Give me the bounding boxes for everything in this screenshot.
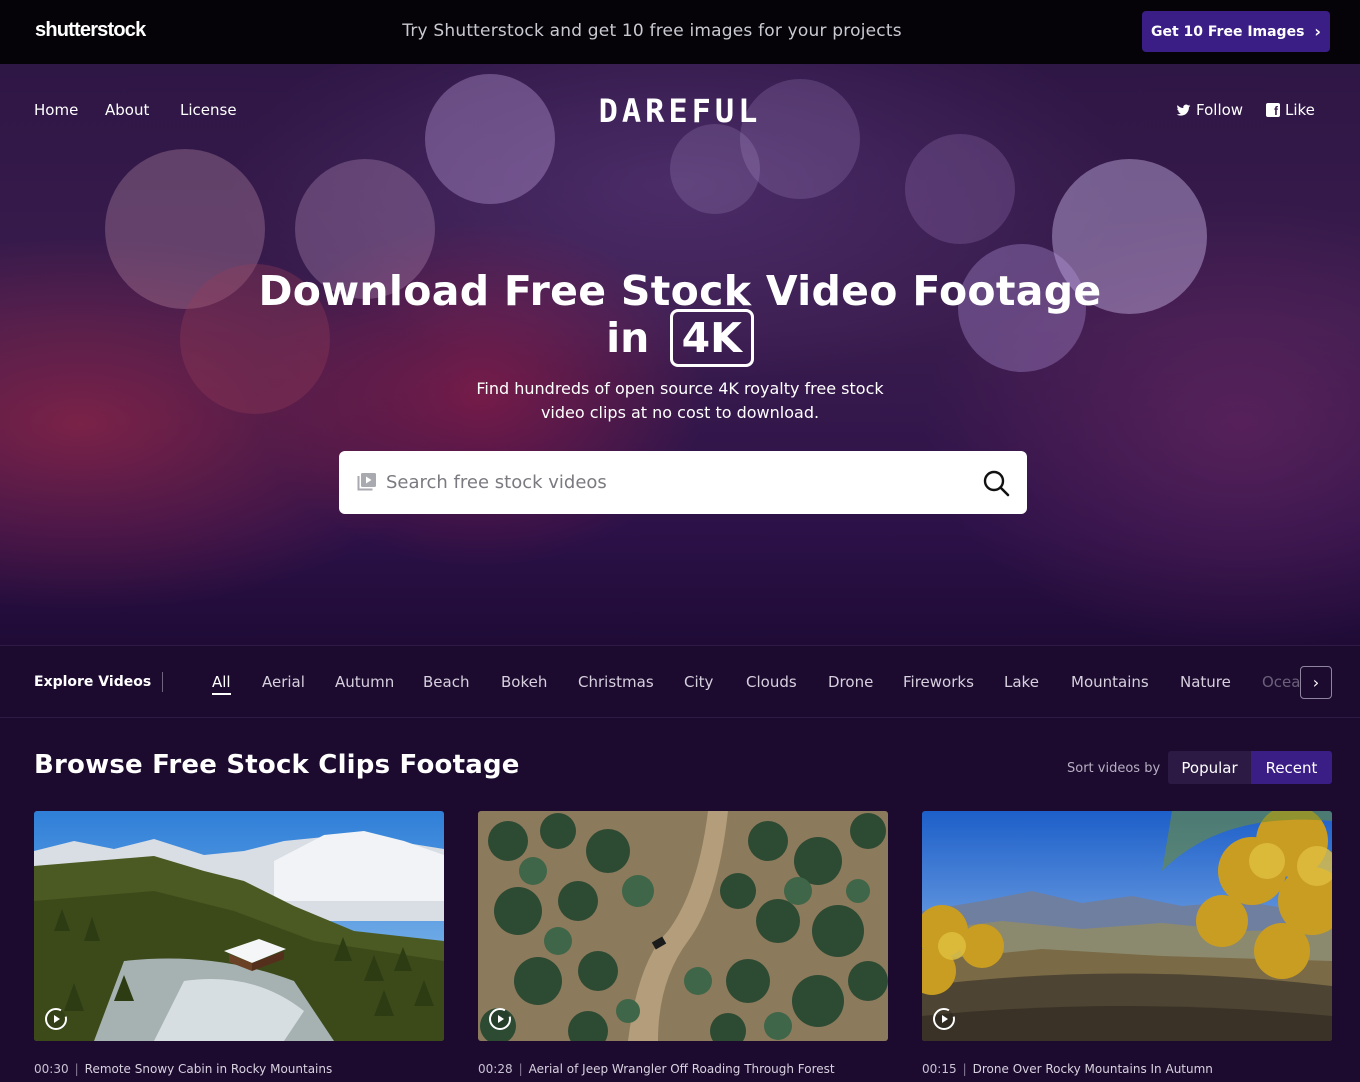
hero-headline-line2: in 4K [0,308,1360,368]
category-list: All Aerial Autumn Beach Bokeh Christmas … [212,646,1300,719]
4k-badge: 4K [669,309,754,367]
video-thumbnail[interactable] [478,811,888,1041]
video-card[interactable]: 00:30 | Remote Snowy Cabin in Rocky Mounta… [34,811,444,1076]
twitter-follow-link[interactable]: Follow [1176,101,1243,119]
sort-recent-button[interactable]: Recent [1251,751,1332,784]
facebook-icon: f [1266,103,1280,117]
promo-text: Try Shutterstock and get 10 free images … [402,21,902,41]
twitter-icon [1176,104,1191,116]
get-free-images-button[interactable]: Get 10 Free Images › [1142,11,1330,52]
category-autumn[interactable]: Autumn [335,673,394,691]
browse-title: Browse Free Stock Clips Footage [34,750,520,780]
get-free-images-label: Get 10 Free Images [1150,23,1305,40]
category-drone[interactable]: Drone [828,673,873,691]
site-logo[interactable]: DAREFUL [0,92,1360,130]
video-caption: 00:28 | Aerial of Jeep Wrangler Off Roadin… [478,1062,888,1076]
category-bokeh[interactable]: Bokeh [501,673,547,691]
search-input[interactable] [386,451,966,514]
category-ocean[interactable]: Ocean [1262,673,1300,691]
categories-next-button[interactable]: › [1300,666,1332,699]
hero-subtitle-line2: video clips at no cost to download. [540,403,820,422]
video-library-icon [357,473,376,491]
caption-separator: | [74,1062,79,1076]
category-all[interactable]: All [212,673,231,695]
category-christmas[interactable]: Christmas [578,673,654,691]
video-thumbnail[interactable] [34,811,444,1041]
hero-subtitle: Find hundreds of open source 4K royalty … [0,377,1360,425]
sort-label: Sort videos by [1067,761,1161,776]
category-clouds[interactable]: Clouds [746,673,797,691]
bokeh-light [905,134,1015,244]
category-lake[interactable]: Lake [1004,673,1039,691]
follow-label: Follow [1196,101,1244,119]
chevron-right-icon: › [1312,673,1320,692]
video-card[interactable]: 00:15 | Drone Over Rocky Mountains In Autu… [922,811,1332,1076]
video-thumbnail[interactable] [922,811,1332,1041]
hero-section: Home About License DAREFUL Follow f Like… [0,64,1360,645]
sort-toggle: Popular Recent [1168,751,1332,784]
explore-videos-label: Explore Videos [34,674,152,690]
facebook-like-link[interactable]: f Like [1266,101,1315,119]
category-fireworks[interactable]: Fireworks [903,673,974,691]
play-icon [933,1008,955,1030]
headline-in: in [606,314,650,362]
search-box [339,451,1027,514]
category-city[interactable]: City [684,673,713,691]
video-duration: 00:15 [922,1062,957,1076]
play-icon [489,1008,511,1030]
video-title[interactable]: Drone Over Rocky Mountains In Autumn [973,1062,1213,1076]
video-title[interactable]: Remote Snowy Cabin in Rocky Mountains [85,1062,333,1076]
like-label: Like [1285,101,1315,119]
divider [162,672,163,692]
explore-bar: Explore Videos All Aerial Autumn Beach B… [0,645,1360,718]
play-icon [45,1008,67,1030]
video-card[interactable]: 00:28 | Aerial of Jeep Wrangler Off Roadin… [478,811,888,1076]
chevron-right-icon: › [1314,22,1322,41]
video-caption: 00:30 | Remote Snowy Cabin in Rocky Mounta… [34,1062,444,1076]
caption-separator: | [962,1062,967,1076]
video-duration: 00:28 [478,1062,513,1076]
promo-bar: shutterstock Try Shutterstock and get 10… [0,0,1360,64]
category-mountains[interactable]: Mountains [1071,673,1149,691]
video-title[interactable]: Aerial of Jeep Wrangler Off Roading Thro… [529,1062,835,1076]
search-icon[interactable] [982,469,1010,497]
hero-subtitle-line1: Find hundreds of open source 4K royalty … [476,379,884,398]
caption-separator: | [518,1062,523,1076]
video-caption: 00:15 | Drone Over Rocky Mountains In Autu… [922,1062,1332,1076]
bokeh-light [670,124,760,214]
category-nature[interactable]: Nature [1180,673,1231,691]
category-beach[interactable]: Beach [423,673,469,691]
sort-popular-button[interactable]: Popular [1168,751,1251,784]
video-duration: 00:30 [34,1062,69,1076]
category-aerial[interactable]: Aerial [262,673,305,691]
